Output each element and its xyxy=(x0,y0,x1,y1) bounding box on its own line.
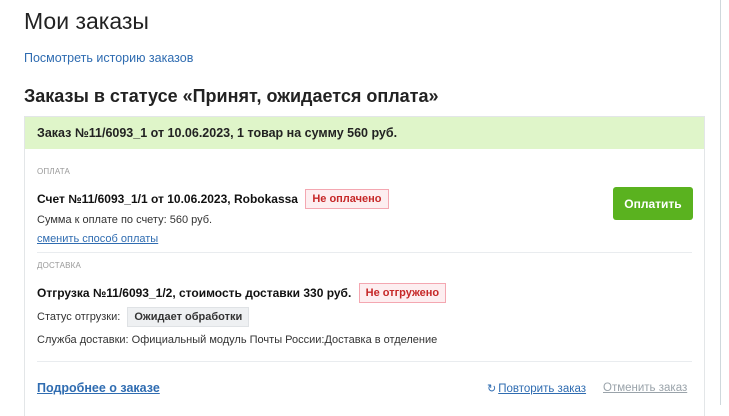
shipment-title: Отгрузка №11/6093_1/2, стоимость доставк… xyxy=(37,286,352,301)
payment-section-label: ОПЛАТА xyxy=(37,167,71,176)
shipment-status-row: Статус отгрузки: Ожидает обработки xyxy=(37,307,250,327)
section-divider xyxy=(37,252,692,253)
payment-status-badge: Не оплачено xyxy=(305,189,389,209)
cancel-order-link[interactable]: Отменить заказ xyxy=(603,382,687,394)
repeat-order-label: Повторить заказ xyxy=(498,383,587,395)
footer-divider xyxy=(37,361,692,362)
section-title: Заказы в статусе «Принят, ожидается опла… xyxy=(24,86,439,106)
invoice-row: Счет №11/6093_1/1 от 10.06.2023, Robokas… xyxy=(37,189,389,210)
shipment-row: Отгрузка №11/6093_1/2, стоимость доставк… xyxy=(37,283,447,304)
pay-button[interactable]: Оплатить xyxy=(613,187,693,220)
repeat-order-link[interactable]: ↻ Повторить заказ xyxy=(487,382,586,395)
order-details-link[interactable]: Подробнее о заказе xyxy=(37,381,160,395)
order-history-link[interactable]: Посмотреть историю заказов xyxy=(24,51,193,65)
page-right-border xyxy=(720,0,721,405)
refresh-icon: ↻ xyxy=(487,383,497,395)
shipment-status-badge: Не отгружено xyxy=(358,283,447,303)
payment-amount-text: Сумма к оплате по счету: 560 руб. xyxy=(37,214,213,226)
change-payment-method-link[interactable]: сменить способ оплаты xyxy=(37,233,158,245)
order-header: Заказ №11/6093_1 от 10.06.2023, 1 товар … xyxy=(25,117,704,149)
page-title: Мои заказы xyxy=(24,8,149,34)
order-card: Заказ №11/6093_1 от 10.06.2023, 1 товар … xyxy=(24,116,705,416)
shipment-status-label: Статус отгрузки: xyxy=(37,310,121,323)
shipment-status-value: Ожидает обработки xyxy=(127,307,250,327)
delivery-section-label: ДОСТАВКА xyxy=(37,261,82,270)
invoice-title: Счет №11/6093_1/1 от 10.06.2023, Robokas… xyxy=(37,192,298,207)
delivery-service-text: Служба доставки: Официальный модуль Почт… xyxy=(37,334,438,346)
